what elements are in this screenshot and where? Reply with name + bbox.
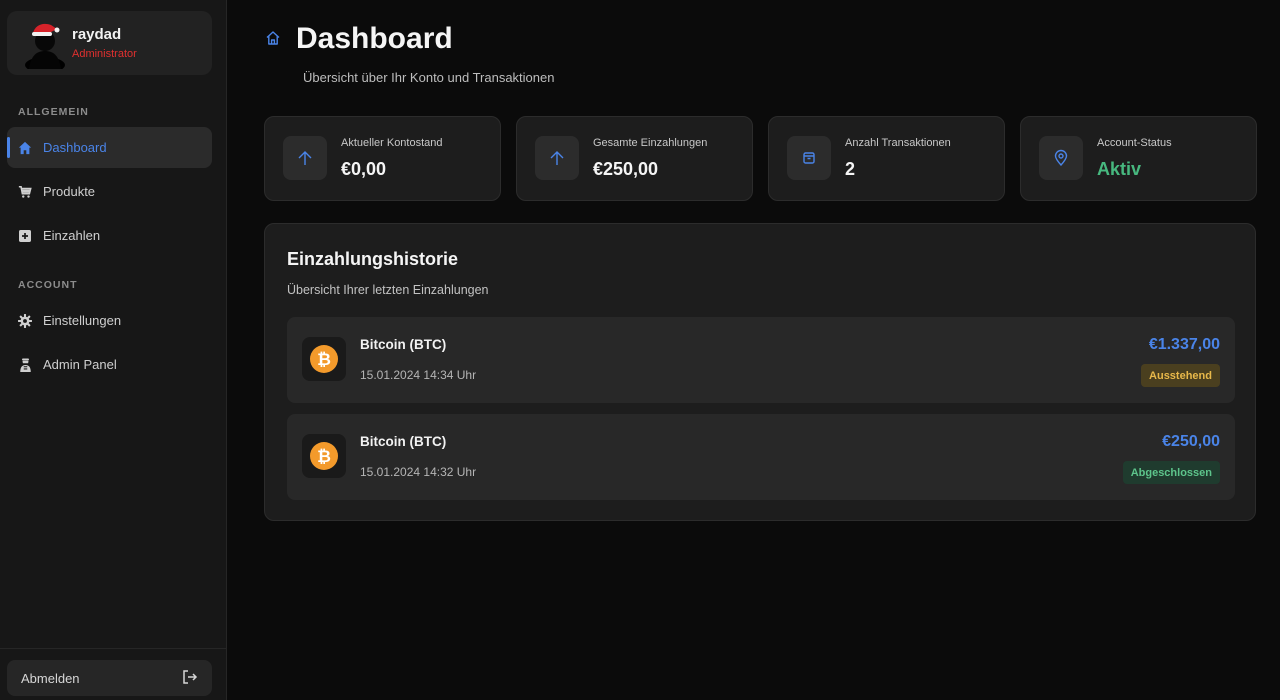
stat-value: €0,00 [341,159,387,179]
sidebar: raydad Administrator ALLGEMEIN Dashboard… [0,0,227,700]
page-title: Dashboard [296,22,453,55]
logout-button[interactable]: Abmelden [7,660,212,696]
deposit-history-panel: Einzahlungshistorie Übersicht Ihrer letz… [264,223,1256,521]
sidebar-item-label: Produkte [43,184,96,199]
home-icon [18,141,32,155]
sidebar-item-produkte[interactable]: Produkte [7,171,212,212]
history-subtitle: Übersicht Ihrer letzten Einzahlungen [287,283,489,297]
box-icon [787,136,831,180]
sidebar-item-admin-panel[interactable]: Admin Panel [7,344,212,385]
tx-name: Bitcoin (BTC) [360,337,447,352]
gear-icon [18,313,32,328]
section-label-general: ALLGEMEIN [18,106,89,118]
sidebar-divider [0,648,227,649]
plus-square-icon [18,229,32,243]
sidebar-item-label: Einstellungen [43,313,122,328]
user-role: Administrator [72,48,137,60]
logout-icon [182,669,198,688]
svg-text:₿: ₿ [317,350,331,370]
tx-amount: €250,00 [1162,433,1220,450]
list-item[interactable]: ₿ Bitcoin (BTC) 15.01.2024 14:34 Uhr €1.… [287,317,1235,403]
tx-date: 15.01.2024 14:34 Uhr [360,368,477,382]
tx-name: Bitcoin (BTC) [360,434,447,449]
sidebar-item-label: Dashboard [43,140,107,155]
home-icon [266,31,280,45]
arrow-up-icon [535,136,579,180]
bitcoin-icon: ₿ [302,434,346,478]
admin-icon [18,357,32,372]
stat-value: 2 [845,159,856,179]
logout-label: Abmelden [21,670,80,686]
status-badge: Ausstehend [1141,364,1220,387]
stat-label: Account-Status [1097,137,1172,149]
section-label-account: ACCOUNT [18,279,78,291]
sidebar-item-dashboard[interactable]: Dashboard [7,127,212,168]
sidebar-item-label: Einzahlen [43,228,101,243]
stat-label: Aktueller Kontostand [341,137,443,149]
stat-label: Gesamte Einzahlungen [593,137,708,149]
sidebar-item-einstellungen[interactable]: Einstellungen [7,300,212,341]
stat-value: Aktiv [1097,159,1142,179]
history-title: Einzahlungshistorie [287,249,459,269]
page-subtitle: Übersicht über Ihr Konto und Transaktion… [303,70,555,85]
tx-amount: €1.337,00 [1148,336,1220,353]
location-icon [1039,136,1083,180]
stat-label: Anzahl Transaktionen [845,137,951,149]
svg-text:₿: ₿ [317,447,331,467]
list-item[interactable]: ₿ Bitcoin (BTC) 15.01.2024 14:32 Uhr €25… [287,414,1235,500]
stat-card-account-status: Account-Status Aktiv [1020,116,1257,201]
user-card[interactable]: raydad Administrator [7,11,212,75]
stat-card-transactions: Anzahl Transaktionen 2 [768,116,1005,201]
status-badge: Abgeschlossen [1122,461,1220,484]
sidebar-item-einzahlen[interactable]: Einzahlen [7,215,212,256]
sidebar-item-label: Admin Panel [43,357,117,372]
tx-date: 15.01.2024 14:32 Uhr [360,465,477,479]
stat-value: €250,00 [593,159,659,179]
cart-icon [18,185,32,199]
stat-card-balance: Aktueller Kontostand €0,00 [264,116,501,201]
user-name: raydad [72,26,122,43]
bitcoin-icon: ₿ [302,337,346,381]
arrow-up-icon [283,136,327,180]
avatar [25,23,65,69]
stat-card-deposits: Gesamte Einzahlungen €250,00 [516,116,753,201]
